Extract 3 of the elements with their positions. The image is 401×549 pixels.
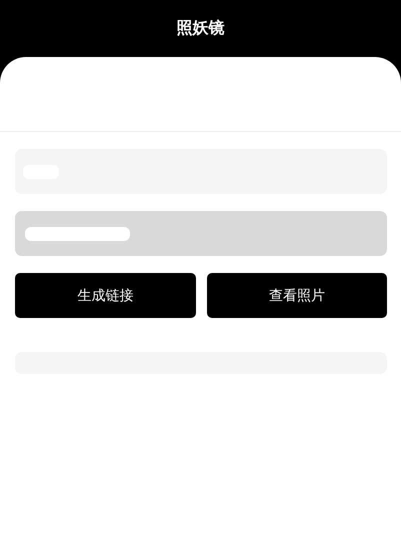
page-title: 照妖镜 <box>176 18 224 39</box>
action-button[interactable]: 生成链接 <box>15 273 196 318</box>
action-button[interactable]: 查看照片 <box>206 273 387 318</box>
